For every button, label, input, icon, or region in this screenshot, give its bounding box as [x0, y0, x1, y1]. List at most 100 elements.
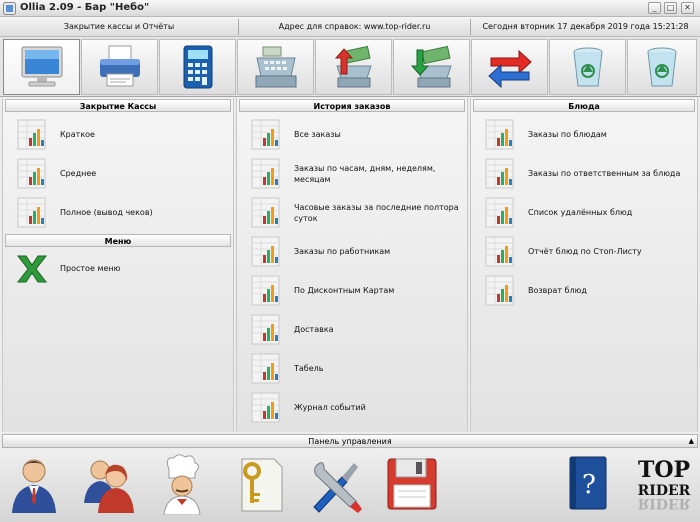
- dishes-item-returns[interactable]: Возврат блюд: [483, 272, 695, 309]
- calculator-button[interactable]: [159, 39, 236, 95]
- close-button[interactable]: ✕: [681, 2, 694, 14]
- title-bar: Ollia 2.09 - Бар "Небо" _ □ ✕: [0, 0, 700, 17]
- print-button[interactable]: [81, 39, 158, 95]
- tools-icon[interactable]: [306, 453, 366, 515]
- staff-group-icon[interactable]: [78, 453, 138, 515]
- printer-icon: [99, 45, 140, 87]
- chef-icon[interactable]: [152, 453, 212, 515]
- collapse-arrow-icon[interactable]: ▲: [689, 435, 694, 448]
- info-bar: Закрытие кассы и Отчёты Адрес для справо…: [0, 17, 700, 37]
- logo-text-top: TOP: [638, 457, 690, 483]
- user-icon[interactable]: [4, 453, 64, 515]
- main-toolbar: [0, 37, 700, 97]
- orders-item-label: Часовые заказы за последние полтора суто…: [294, 202, 459, 223]
- recycle-bin-button-1[interactable]: [549, 39, 626, 95]
- closing-panel: Закрытие Кассы Краткое Среднее Полное (в…: [2, 98, 234, 432]
- menu-panel-title: Меню: [5, 234, 231, 247]
- report-chart-icon: [251, 197, 280, 228]
- transfer-arrows-icon: [487, 49, 532, 89]
- deposit-cash-button[interactable]: [315, 39, 392, 95]
- report-item-label: Полное (вывод чеков): [60, 208, 153, 217]
- report-chart-icon: [251, 119, 280, 150]
- report-chart-icon: [485, 275, 514, 306]
- dishes-item-responsible[interactable]: Заказы по ответственным за блюда: [483, 155, 695, 192]
- section-title: Закрытие кассы и Отчёты: [63, 22, 175, 31]
- control-panel-label: Панель управления: [308, 437, 392, 446]
- closing-panel-title: Закрытие Кассы: [5, 99, 231, 112]
- transfer-button[interactable]: [471, 39, 548, 95]
- report-chart-icon: [251, 314, 280, 345]
- report-chart-icon: [485, 158, 514, 189]
- report-chart-icon: [17, 197, 46, 228]
- orders-item-label: По Дисконтным Картам: [294, 286, 395, 295]
- orders-item-timesheet[interactable]: Табель: [249, 350, 465, 387]
- money-up-icon: [334, 45, 372, 88]
- orders-item-discount-cards[interactable]: По Дисконтным Картам: [249, 272, 465, 309]
- control-panel-bar[interactable]: Панель управления ▲: [2, 434, 698, 448]
- report-chart-icon: [17, 158, 46, 189]
- minimize-button[interactable]: _: [648, 2, 661, 14]
- svg-text:?: ?: [582, 470, 596, 500]
- dishes-item-label: Возврат блюд: [528, 286, 587, 295]
- orders-history-panel: История заказов Все заказы Заказы по час…: [236, 98, 468, 432]
- svg-text:RIDER: RIDER: [638, 495, 691, 511]
- top-rider-logo[interactable]: TOP RIDER RIDER: [632, 453, 696, 515]
- orders-item-label: Заказы по часам, дням, неделям, месяцам: [294, 163, 436, 184]
- window-title: Ollia 2.09 - Бар "Небо": [20, 2, 150, 13]
- dishes-item-label: Отчёт блюд по Стоп-Листу: [528, 247, 642, 256]
- dishes-panel-title: Блюда: [473, 99, 695, 112]
- dishes-item-deleted[interactable]: Список удалённых блюд: [483, 194, 695, 231]
- dishes-panel: Блюда Заказы по блюдам Заказы по ответст…: [470, 98, 698, 432]
- report-item-full[interactable]: Полное (вывод чеков): [15, 194, 231, 231]
- help-address: Адрес для справок: www.top-rider.ru: [278, 22, 431, 31]
- excel-icon: [16, 255, 48, 283]
- report-chart-icon: [251, 158, 280, 189]
- orders-item-by-period[interactable]: Заказы по часам, дням, неделям, месяцам: [249, 155, 465, 192]
- dishes-item-stop-list[interactable]: Отчёт блюд по Стоп-Листу: [483, 233, 695, 270]
- orders-item-delivery[interactable]: Доставка: [249, 311, 465, 348]
- report-chart-icon: [251, 275, 280, 306]
- dishes-item-label: Заказы по блюдам: [528, 130, 607, 139]
- orders-item-label: Табель: [294, 364, 324, 373]
- report-chart-icon: [485, 197, 514, 228]
- report-chart-icon: [485, 236, 514, 267]
- maximize-button[interactable]: □: [664, 2, 677, 14]
- orders-item-by-staff[interactable]: Заказы по работникам: [249, 233, 465, 270]
- cash-register-button[interactable]: [237, 39, 314, 95]
- menu-item-label: Простое меню: [60, 264, 121, 273]
- withdraw-cash-button[interactable]: [393, 39, 470, 95]
- report-item-label: Среднее: [60, 169, 97, 178]
- recycle-bin-icon: [573, 47, 602, 87]
- key-document-icon[interactable]: [230, 453, 290, 515]
- report-chart-icon: [485, 119, 514, 150]
- cash-register-icon: [255, 46, 296, 88]
- date-time: Сегодня вторник 17 декабря 2019 года 15:…: [482, 22, 689, 31]
- report-chart-icon: [251, 236, 280, 267]
- recycle-bin-button-2[interactable]: [627, 39, 697, 95]
- orders-item-label: Заказы по работникам: [294, 247, 391, 256]
- report-chart-icon: [251, 392, 280, 423]
- orders-panel-title: История заказов: [239, 99, 465, 112]
- report-item-medium[interactable]: Среднее: [15, 155, 231, 192]
- report-item-short[interactable]: Краткое: [15, 116, 231, 153]
- save-disk-icon[interactable]: [382, 453, 442, 515]
- orders-item-hourly[interactable]: Часовые заказы за последние полтора суто…: [249, 194, 465, 231]
- orders-item-label: Журнал событий: [294, 403, 366, 412]
- recycle-bin-icon: [647, 47, 677, 87]
- dishes-item-label: Заказы по ответственным за блюда: [528, 169, 681, 178]
- report-chart-icon: [251, 353, 280, 384]
- app-icon: [3, 2, 16, 15]
- money-down-icon: [410, 45, 452, 88]
- dishes-item-orders[interactable]: Заказы по блюдам: [483, 116, 695, 153]
- help-book-icon[interactable]: ?: [558, 453, 618, 515]
- orders-item-all[interactable]: Все заказы: [249, 116, 465, 153]
- menu-item-simple[interactable]: Простое меню: [15, 250, 231, 287]
- orders-item-label: Доставка: [294, 325, 334, 334]
- orders-item-event-log[interactable]: Журнал событий: [249, 389, 465, 426]
- report-chart-icon: [17, 119, 46, 150]
- orders-item-label: Все заказы: [294, 130, 341, 139]
- reports-mode-button[interactable]: [3, 39, 80, 95]
- dishes-item-label: Список удалённых блюд: [528, 208, 633, 217]
- report-item-label: Краткое: [60, 130, 95, 139]
- monitor-icon: [21, 46, 62, 87]
